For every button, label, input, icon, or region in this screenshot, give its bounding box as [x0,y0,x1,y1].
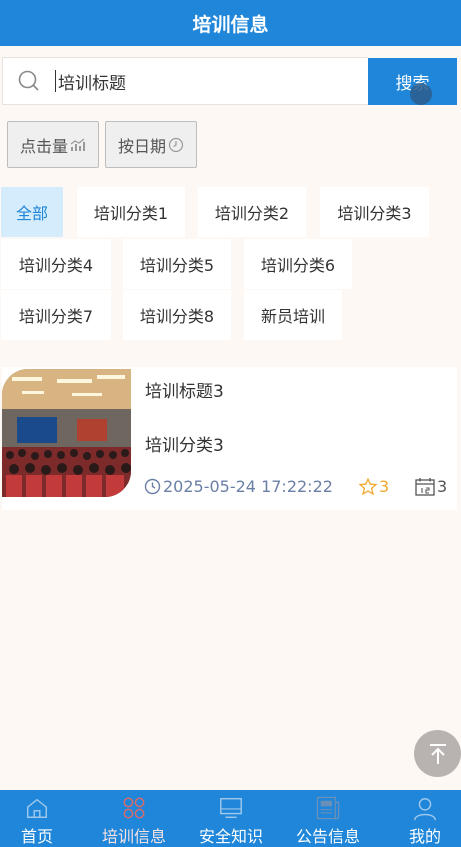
category-7[interactable]: 培训分类7 [1,290,111,340]
publish-time-text: 2025-05-24 17:22:22 [163,477,333,496]
calendar-count: 3 [415,477,447,496]
category-4[interactable]: 培训分类4 [1,239,111,289]
star-icon [359,478,377,495]
clock-icon [144,478,161,495]
newspaper-icon [316,796,340,820]
back-to-top-button[interactable] [414,730,461,777]
tab-mine-label: 我的 [408,827,441,846]
page-title: 培训信息 [192,13,269,36]
grid-icon [123,797,145,819]
monitor-icon [220,797,242,819]
category-3[interactable]: 培训分类3 [320,187,429,237]
training-category: 培训分类3 [145,436,224,456]
sort-by-date-button[interactable]: 按日期 [105,121,197,168]
page-header: 培训信息 [0,0,461,46]
favorite-count[interactable]: 3 [359,477,389,496]
calendar-count-text: 3 [437,477,448,496]
calendar-icon [415,477,435,496]
tab-notice-label: 公告信息 [295,827,360,846]
tab-safety-label: 安全知识 [198,827,263,846]
tab-mine[interactable]: 我的 [379,790,461,847]
category-5[interactable]: 培训分类5 [123,239,231,289]
category-2[interactable]: 培训分类2 [198,187,306,237]
category-6[interactable]: 培训分类6 [244,239,352,289]
search-input[interactable] [55,70,345,92]
tab-safety[interactable]: 安全知识 [185,790,277,847]
sort-by-hits-button[interactable]: 点击量 [7,121,99,168]
category-1[interactable]: 培训分类1 [77,187,185,237]
category-8[interactable]: 培训分类8 [123,290,231,340]
tab-training-label: 培训信息 [101,827,166,846]
category-all[interactable]: 全部 [1,187,63,237]
search-bar: 搜索 [0,53,461,109]
publish-time: 2025-05-24 17:22:22 [144,477,333,496]
tab-notice[interactable]: 公告信息 [282,790,374,847]
clock-icon [168,137,184,152]
touch-indicator [410,83,432,105]
tab-home[interactable]: 首页 [0,790,83,847]
training-title: 培训标题3 [145,382,224,402]
arrow-up-icon [429,743,446,764]
training-thumbnail [2,369,131,497]
home-icon [26,798,48,819]
favorite-count-text: 3 [379,477,390,496]
user-icon [414,797,436,821]
tab-training[interactable]: 培训信息 [88,790,180,847]
search-icon [18,70,39,91]
tab-home-label: 首页 [20,827,53,846]
training-item-card[interactable]: 培训标题3 培训分类3 2025-05-24 17:22:22 3 3 [2,367,457,510]
sort-by-hits-label: 点击量 [19,136,68,156]
category-new-staff[interactable]: 新员培训 [244,290,342,340]
search-box[interactable] [2,57,368,105]
sort-by-date-label: 按日期 [117,136,166,156]
bottom-tab-bar: 首页 培训信息 安全知识 公告信息 我的 [0,790,461,847]
trend-icon [70,138,85,151]
